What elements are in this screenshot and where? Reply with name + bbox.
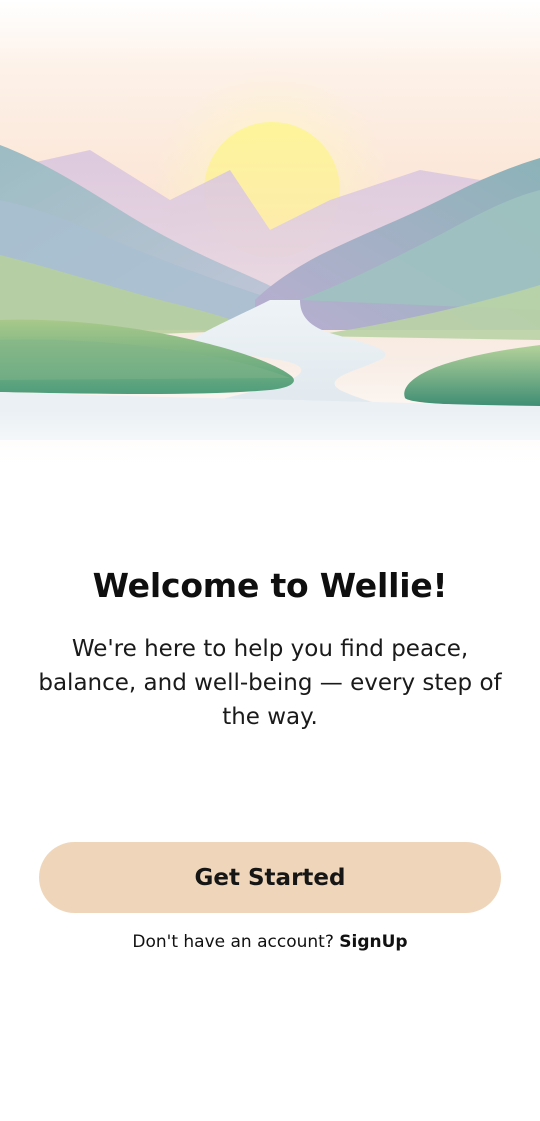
welcome-title: Welcome to Wellie! bbox=[92, 566, 448, 605]
hero-illustration bbox=[0, 0, 540, 470]
landscape-image bbox=[0, 0, 540, 470]
welcome-subtitle: We're here to help you find peace, balan… bbox=[38, 636, 502, 730]
signup-prompt-text: Don't have an account? bbox=[132, 932, 334, 952]
welcome-section: Welcome to Wellie! We're here to help yo… bbox=[0, 560, 540, 734]
get-started-button[interactable]: Get Started bbox=[39, 842, 501, 913]
signup-link[interactable]: SignUp bbox=[339, 932, 407, 952]
signup-prompt-row: Don't have an account? SignUp bbox=[0, 932, 540, 952]
